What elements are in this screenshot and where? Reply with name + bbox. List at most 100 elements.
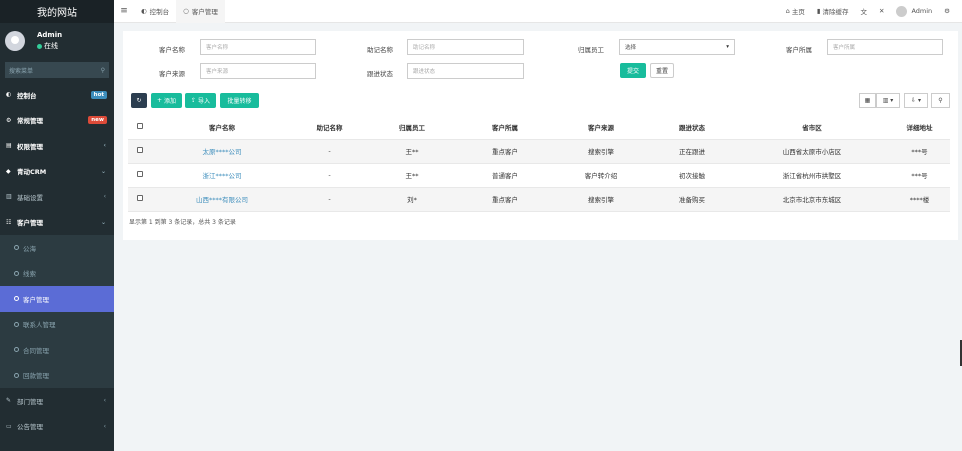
column-header[interactable]: 省市区: [735, 115, 889, 140]
clear-cache-button[interactable]: ▮ 清除缓存: [811, 6, 855, 16]
chevron-left-icon: ‹: [103, 422, 106, 430]
table-cell: -: [292, 163, 367, 188]
follow-status-label: 跟进状态: [367, 70, 393, 78]
table-cell: 山西省太原市小店区: [735, 139, 889, 164]
columns-icon: ▥ ▾: [882, 97, 894, 104]
group-icon: ▤: [6, 142, 12, 150]
table-cell: 正在跟进: [649, 139, 735, 164]
online-dot-icon: [37, 43, 42, 49]
sidebar-item-departments[interactable]: ✎ 部门管理 ‹: [0, 388, 114, 414]
column-header[interactable]: 客户名称: [152, 115, 292, 140]
menu-search-input[interactable]: 搜索菜单 ⚲: [5, 62, 109, 78]
bank-icon: ▥: [6, 193, 12, 201]
row-checkbox[interactable]: [137, 147, 143, 153]
toggle-view-button[interactable]: ▦: [859, 93, 876, 108]
pagination-summary: 显示第 1 到第 3 条记录，总共 3 条记录: [129, 219, 236, 226]
trash-icon: ▮: [816, 7, 821, 15]
column-header[interactable]: 助记名称: [292, 115, 367, 140]
customer-source-label: 客户来源: [159, 70, 185, 78]
sidebar-item-notices[interactable]: ▭ 公告管理 ‹: [0, 414, 114, 440]
table-cell: ***号: [889, 139, 950, 164]
sidebar-item-dashboard[interactable]: ◐ 控制台 hot: [0, 82, 114, 108]
sidebar-item-basic-settings[interactable]: ▥ 基础设置 ‹: [0, 184, 114, 210]
column-header[interactable]: 归属员工: [367, 115, 457, 140]
fullscreen-icon[interactable]: ✕: [873, 7, 890, 15]
search-icon: ⚲: [938, 97, 943, 104]
notice-icon: ▭: [6, 422, 12, 430]
export-button[interactable]: ⇩ ▾: [904, 93, 928, 108]
bullhorn-icon: ◆: [6, 167, 11, 175]
table-cell: 刘*: [367, 187, 457, 212]
follow-status-input[interactable]: 跟进状态: [407, 63, 524, 79]
customer-source-input[interactable]: 客户来源: [200, 63, 316, 79]
export-icon: ⇩ ▾: [911, 97, 921, 104]
reset-button[interactable]: 重置: [650, 63, 674, 78]
search-toggle-button[interactable]: ⚲: [931, 93, 950, 108]
brand-logo[interactable]: 我的网站: [0, 0, 114, 23]
sidebar-item-general[interactable]: ⚙ 常规管理 new: [0, 108, 114, 134]
sidebar-item-contracts[interactable]: 合同管理: [0, 337, 114, 363]
column-header[interactable]: 客户所属: [457, 115, 553, 140]
new-badge: new: [88, 116, 107, 125]
navbar-right: ⌂ 主页 ▮ 清除缓存 文 ✕ Admin ⚙: [780, 0, 962, 23]
table-cell: ***号: [889, 163, 950, 188]
language-icon[interactable]: 文: [855, 6, 874, 16]
sidebar-menu: ◐ 控制台 hot ⚙ 常规管理 new ▤ 权限管理 ‹ ◆ 青动CRM ⌄ ▥ 基础设置 ‹ ☷…: [0, 82, 114, 439]
sidebar-item-crm[interactable]: ◆ 青动CRM ⌄: [0, 159, 114, 185]
refresh-icon: ↻: [136, 97, 142, 104]
refresh-button[interactable]: ↻: [131, 93, 147, 108]
owner-select[interactable]: 选择 ▾: [619, 39, 735, 55]
table-cell: -: [292, 139, 367, 164]
table-cell: 北京市北京市东城区: [735, 187, 889, 212]
customer-name-link[interactable]: 山西****有限公司: [152, 187, 292, 212]
circle-icon: [14, 372, 19, 378]
tab-customer-management[interactable]: ○ 客户管理: [176, 0, 225, 23]
dashboard-icon: ◐: [6, 91, 12, 99]
batch-transfer-button[interactable]: 批量转移: [220, 93, 259, 108]
table-row[interactable]: 山西****有限公司 - 刘* 重点客户 搜索引擎 准备购买 北京市北京市东城区…: [128, 187, 950, 212]
customer-name-input[interactable]: 客户名称: [200, 39, 316, 55]
edit-icon: ✎: [6, 397, 12, 405]
table-cell: ****楼: [889, 187, 950, 212]
columns-button[interactable]: ▥ ▾: [876, 93, 900, 108]
customer-name-link[interactable]: 太原****公司: [152, 139, 292, 164]
mnemonic-input[interactable]: 助记名称: [407, 39, 524, 55]
table-row[interactable]: 浙江****公司 - 王** 普通客户 客户转介绍 初次接触 浙江省杭州市拱墅区…: [128, 163, 950, 188]
row-checkbox[interactable]: [137, 171, 143, 177]
avatar: [5, 31, 25, 51]
column-header[interactable]: 客户来源: [553, 115, 649, 140]
sidebar-item-auth[interactable]: ▤ 权限管理 ‹: [0, 133, 114, 159]
customer-name-link[interactable]: 浙江****公司: [152, 163, 292, 188]
gears-icon: ⚙: [6, 116, 12, 124]
customer-panel: 客户名称 客户名称 助记名称 助记名称 归属员工 选择 ▾ 客户所属 客户所属 客…: [123, 31, 958, 240]
sidebar-item-public-sea[interactable]: 公海: [0, 235, 114, 261]
home-link[interactable]: ⌂ 主页: [780, 6, 811, 16]
customer-belong-label: 客户所属: [786, 46, 812, 54]
select-all-checkbox[interactable]: [137, 122, 143, 129]
column-header[interactable]: 详细地址: [889, 115, 950, 140]
list-icon: ☷: [6, 218, 12, 226]
circle-icon: [14, 245, 19, 251]
table-cell: 浙江省杭州市拱墅区: [735, 163, 889, 188]
settings-gear-icon[interactable]: ⚙: [938, 7, 956, 15]
table-icon: ▦: [864, 97, 871, 104]
table-row[interactable]: 太原****公司 - 王** 重点客户 搜索引擎 正在跟进 山西省太原市小店区 …: [128, 139, 950, 164]
table-cell: 王**: [367, 139, 457, 164]
home-icon: ⌂: [785, 7, 790, 15]
sidebar-item-customer-group[interactable]: ☷ 客户管理 ⌄: [0, 210, 114, 236]
sidebar-item-leads[interactable]: 线索: [0, 260, 114, 286]
sidebar-item-payments[interactable]: 回款管理: [0, 362, 114, 388]
sidebar-item-customer-management[interactable]: 客户管理: [0, 286, 114, 312]
menu-toggle-icon[interactable]: ≡: [114, 6, 134, 16]
tab-dashboard[interactable]: ◐ 控制台: [134, 0, 176, 23]
row-checkbox[interactable]: [137, 195, 143, 201]
sidebar-item-contacts[interactable]: 联系人管理: [0, 311, 114, 337]
column-header[interactable]: 跟进状态: [649, 115, 735, 140]
table-cell: 王**: [367, 163, 457, 188]
submit-button[interactable]: 提交: [620, 63, 646, 78]
search-icon[interactable]: ⚲: [101, 67, 105, 74]
import-button[interactable]: ⇪ 导入: [185, 93, 216, 108]
add-button[interactable]: + 添加: [151, 93, 182, 108]
user-menu[interactable]: Admin: [890, 5, 938, 17]
customer-belong-input[interactable]: 客户所属: [827, 39, 943, 55]
